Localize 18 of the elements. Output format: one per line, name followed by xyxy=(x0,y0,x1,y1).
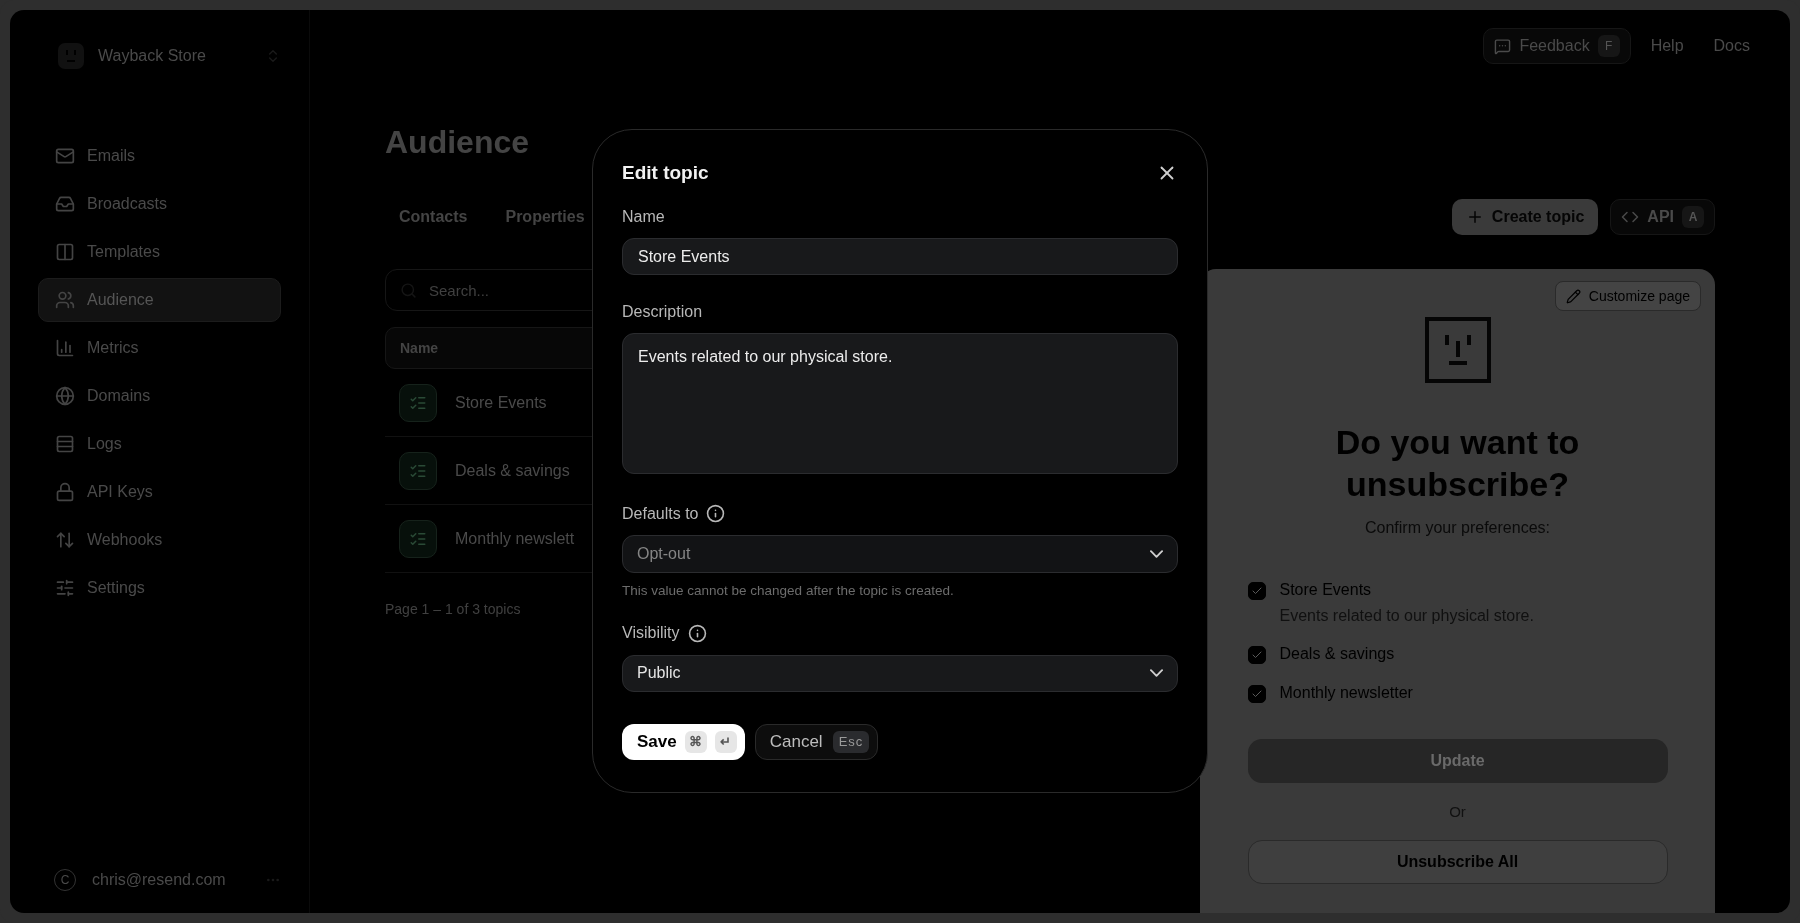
topic-title: Deals & savings xyxy=(1279,645,1395,663)
field-label: Defaults to xyxy=(622,504,699,523)
field-label: Description xyxy=(622,303,703,322)
field-label: Name xyxy=(622,208,665,226)
topic-title: Monthly newsletter xyxy=(1279,684,1413,702)
shortcut-key: F xyxy=(1597,35,1620,57)
shortcut-key: ↵ xyxy=(714,731,737,753)
topic-title: Store Events xyxy=(1279,581,1373,599)
shortcut-key: Esc xyxy=(832,731,870,753)
shortcut-key: ⌘ xyxy=(684,731,707,753)
field-label: Visibility xyxy=(622,624,680,643)
shortcut-key: A xyxy=(1682,206,1704,228)
page-title: Audience xyxy=(385,124,531,161)
preview-heading: Do you want to unsubscribe? xyxy=(1334,422,1581,505)
field-hint: This value cannot be changed after the topic is created. xyxy=(622,582,955,598)
column-header: Name xyxy=(400,340,439,356)
pagination-text: Page 1 – 1 of 3 topics xyxy=(385,601,522,617)
dialog-title: Edit topic xyxy=(622,162,709,184)
